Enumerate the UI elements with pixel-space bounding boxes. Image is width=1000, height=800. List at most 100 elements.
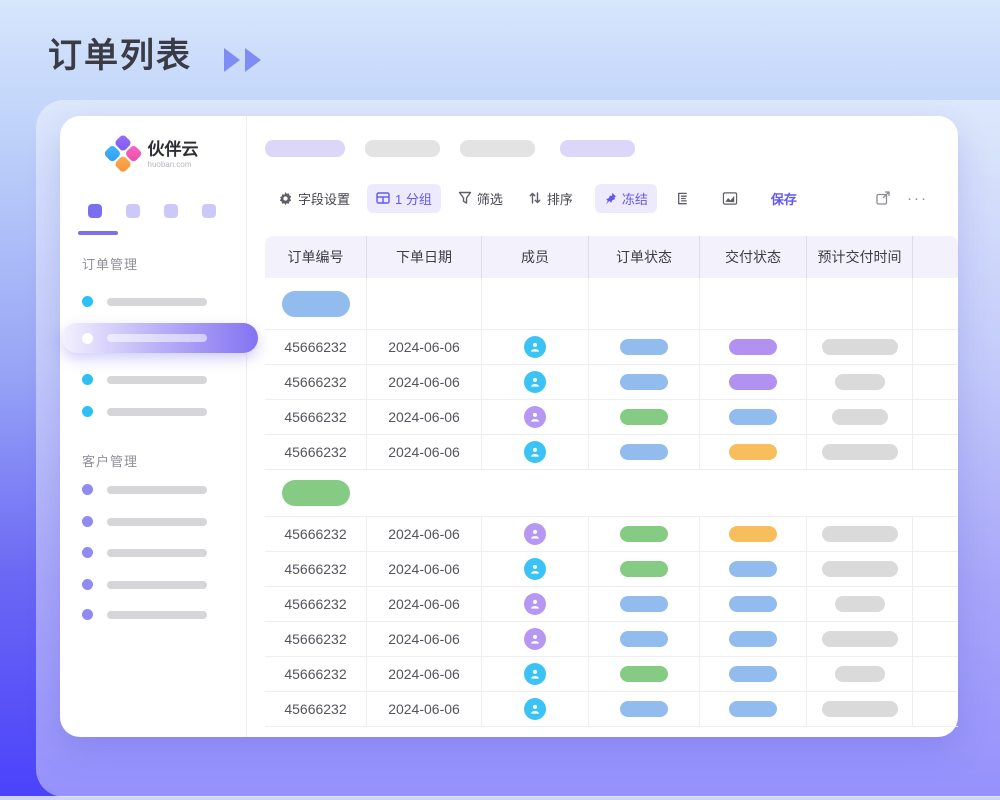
main-area: 字段设置 1 分组 筛选 <box>247 116 958 737</box>
table-cell: 2024-06-06 <box>367 552 482 586</box>
sidebar-item-text-placeholder <box>107 334 207 342</box>
column-header[interactable]: 下单日期 <box>367 236 482 278</box>
group-header-row[interactable] <box>265 470 958 517</box>
column-header[interactable]: 交付状态 <box>700 236 807 278</box>
filter-button[interactable]: 筛选 <box>458 189 503 208</box>
sidebar-tabs <box>88 204 216 218</box>
delivery-status-pill <box>729 631 777 647</box>
group-table-icon <box>376 191 390 205</box>
member-avatar <box>524 628 546 650</box>
logo-name: 伙伴云 <box>148 141 199 160</box>
table-row[interactable]: 456662322024-06-06 <box>265 517 958 552</box>
group-button[interactable]: 1 分组 <box>367 184 441 213</box>
column-header[interactable]: 成员 <box>482 236 589 278</box>
sidebar-tab-4[interactable] <box>202 204 216 218</box>
order-status-pill <box>620 526 668 542</box>
table-cell: 45666232 <box>265 552 367 586</box>
table-cell <box>482 622 589 656</box>
table-row[interactable]: 456662322024-06-06 <box>265 657 958 692</box>
column-header[interactable]: 预计交付时间 <box>807 236 913 278</box>
sidebar-item[interactable] <box>82 296 207 307</box>
sidebar-item-dot <box>82 609 93 620</box>
table-cell <box>482 657 589 691</box>
app-window: 伙伴云 huoban.com 订单管理客户管理 字段设置 <box>60 116 958 737</box>
eta-placeholder <box>822 631 898 647</box>
group-name-placeholder <box>282 291 350 317</box>
sidebar-section-label: 订单管理 <box>82 254 138 273</box>
table-cell: 45666232 <box>265 622 367 656</box>
sidebar-item[interactable] <box>82 484 207 495</box>
table-cell <box>589 587 700 621</box>
sort-arrows-icon <box>528 191 542 205</box>
delivery-status-pill <box>729 561 777 577</box>
table-cell <box>807 622 913 656</box>
table-row[interactable]: 456662322024-06-06 <box>265 587 958 622</box>
sidebar-item-active[interactable] <box>62 323 258 353</box>
table-row[interactable]: 456662322024-06-06 <box>265 365 958 400</box>
table-row[interactable]: 456662322024-06-06 <box>265 552 958 587</box>
member-avatar <box>524 523 546 545</box>
sidebar-item[interactable] <box>82 547 207 558</box>
table-cell: 45666232 <box>265 657 367 691</box>
share-icon[interactable] <box>875 190 891 206</box>
table-row[interactable]: 456662322024-06-06 <box>265 692 958 727</box>
group-name-placeholder <box>282 480 350 506</box>
table-cell <box>589 365 700 399</box>
member-avatar <box>524 406 546 428</box>
more-button[interactable]: ··· <box>907 190 928 207</box>
table-cell: 45666232 <box>265 400 367 434</box>
empty-cell <box>807 278 913 329</box>
chart-icon[interactable] <box>722 191 738 206</box>
sidebar-item-text-placeholder <box>107 518 207 526</box>
sidebar-item[interactable] <box>82 609 207 620</box>
group-label: 1 分组 <box>395 189 432 208</box>
field-settings-button[interactable]: 字段设置 <box>278 189 350 208</box>
sidebar-item[interactable] <box>82 374 207 385</box>
eta-placeholder <box>822 339 898 355</box>
sidebar-tab-1[interactable] <box>88 204 102 218</box>
table-cell: 45666232 <box>265 330 367 364</box>
save-button[interactable]: 保存 <box>771 189 797 208</box>
sidebar-item-dot <box>82 406 93 417</box>
order-status-pill <box>620 596 668 612</box>
sidebar-item[interactable] <box>82 516 207 527</box>
breadcrumb-placeholder <box>460 140 535 157</box>
table-cell: 45666232 <box>265 365 367 399</box>
table-cell <box>482 365 589 399</box>
sidebar-item[interactable] <box>82 406 207 417</box>
sort-button[interactable]: 排序 <box>528 189 573 208</box>
table-cell: 2024-06-06 <box>367 587 482 621</box>
member-avatar <box>524 336 546 358</box>
delivery-status-pill <box>729 339 777 355</box>
table-row[interactable]: 456662322024-06-06 <box>265 622 958 657</box>
member-avatar <box>524 441 546 463</box>
page-title: 订单列表 <box>48 28 192 77</box>
table-cell <box>913 587 958 621</box>
sidebar-item[interactable] <box>82 579 207 590</box>
group-header-row[interactable] <box>265 278 958 330</box>
table-row[interactable]: 456662322024-06-06 <box>265 435 958 470</box>
table-row[interactable]: 456662322024-06-06 <box>265 400 958 435</box>
sidebar-item-dot <box>82 516 93 527</box>
table-row[interactable]: 456662322024-06-06 <box>265 330 958 365</box>
empty-cell <box>807 470 913 516</box>
sidebar-tab-2[interactable] <box>126 204 140 218</box>
table-cell <box>913 365 958 399</box>
row-height-icon[interactable] <box>674 191 689 206</box>
column-header-empty[interactable] <box>913 236 958 278</box>
active-tab-underline <box>78 231 118 235</box>
eta-placeholder <box>822 701 898 717</box>
freeze-button[interactable]: 冻结 <box>595 184 657 213</box>
table-cell: 2024-06-06 <box>367 365 482 399</box>
table-cell <box>482 435 589 469</box>
sidebar-tab-3[interactable] <box>164 204 178 218</box>
sidebar-item-text-placeholder <box>107 486 207 494</box>
sidebar: 伙伴云 huoban.com 订单管理客户管理 <box>60 116 247 737</box>
column-header[interactable]: 订单状态 <box>589 236 700 278</box>
sidebar-item-text-placeholder <box>107 549 207 557</box>
member-avatar <box>524 593 546 615</box>
table-cell <box>700 517 807 551</box>
breadcrumb-placeholder <box>560 140 635 157</box>
sidebar-item-dot <box>82 296 93 307</box>
column-header[interactable]: 订单编号 <box>265 236 367 278</box>
